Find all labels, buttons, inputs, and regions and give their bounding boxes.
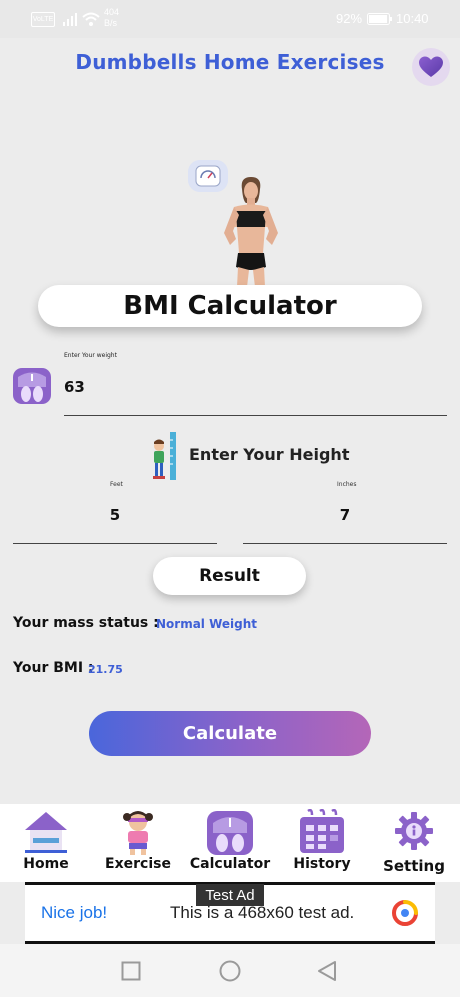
gear-icon <box>395 812 433 850</box>
battery-icon <box>367 13 392 25</box>
bmi-value: 21.75 <box>88 663 123 676</box>
inches-input[interactable]: 7 <box>230 506 460 524</box>
calculate-label: Calculate <box>182 723 278 744</box>
nav-label-calculator: Calculator <box>189 856 271 872</box>
recent-apps-icon[interactable] <box>121 961 141 981</box>
home-circle-icon[interactable] <box>219 960 241 982</box>
system-nav-bar <box>0 944 460 997</box>
feet-label: Feet <box>110 481 123 488</box>
nav-item-setting[interactable]: Setting <box>368 804 460 882</box>
heart-icon <box>419 56 443 77</box>
girl-exercise-icon <box>123 811 153 855</box>
page-title: BMI Calculator <box>123 291 337 321</box>
bmi-label: Your BMI : <box>13 660 94 676</box>
result-card: Result <box>153 557 306 595</box>
volte-badge: VoLTE <box>31 12 55 27</box>
battery-percent: 92% <box>336 11 363 26</box>
speed-unit: B/s <box>104 18 118 28</box>
nav-label-history: History <box>293 856 351 872</box>
back-triangle-icon[interactable] <box>317 960 337 982</box>
scale-icon <box>13 368 51 404</box>
clock: 10:40 <box>396 11 429 26</box>
speed-value: 404 <box>104 7 120 17</box>
app-title: Dumbbells Home Exercises <box>75 50 385 74</box>
calendar-icon <box>300 809 344 853</box>
status-bar: VoLTE 404 B/s 92% 10:40 <box>0 0 460 38</box>
nav-item-home[interactable]: Home <box>0 804 92 882</box>
height-measure-icon <box>153 432 176 480</box>
nav-label-setting: Setting <box>383 857 445 875</box>
ad-body[interactable]: This is a 468x60 test ad. <box>170 903 354 923</box>
bmi-title-card: BMI Calculator <box>38 285 422 327</box>
nav-item-exercise[interactable]: Exercise <box>92 804 184 882</box>
weight-input[interactable]: 63 <box>64 378 85 396</box>
calculate-button[interactable]: Calculate <box>89 711 371 756</box>
inches-label: Inches <box>337 481 357 488</box>
ad-headline[interactable]: Nice job! <box>41 903 107 923</box>
favorite-button[interactable] <box>412 48 450 86</box>
weight-label: Enter Your weight <box>64 352 117 359</box>
inches-underline <box>243 543 447 544</box>
feet-input[interactable]: 5 <box>0 506 230 524</box>
mass-status-value: Normal Weight <box>156 617 258 631</box>
bottom-nav: Home Exercise Calculator History Setting <box>0 804 460 882</box>
nav-item-calculator[interactable]: Calculator <box>184 804 276 882</box>
scale-icon <box>207 811 253 855</box>
height-heading: Enter Your Height <box>189 445 350 464</box>
signal-icon <box>63 13 77 26</box>
result-label: Result <box>199 566 260 586</box>
wifi-icon <box>82 12 100 26</box>
mass-status-label: Your mass status : <box>13 615 159 631</box>
ad-logo-icon <box>392 900 418 926</box>
house-icon <box>25 812 67 853</box>
nav-item-history[interactable]: History <box>276 804 368 882</box>
nav-label-home: Home <box>23 856 69 872</box>
weight-underline <box>64 415 447 416</box>
feet-underline <box>13 543 217 544</box>
nav-label-exercise: Exercise <box>105 856 171 872</box>
fitness-woman-illustration <box>224 177 278 287</box>
